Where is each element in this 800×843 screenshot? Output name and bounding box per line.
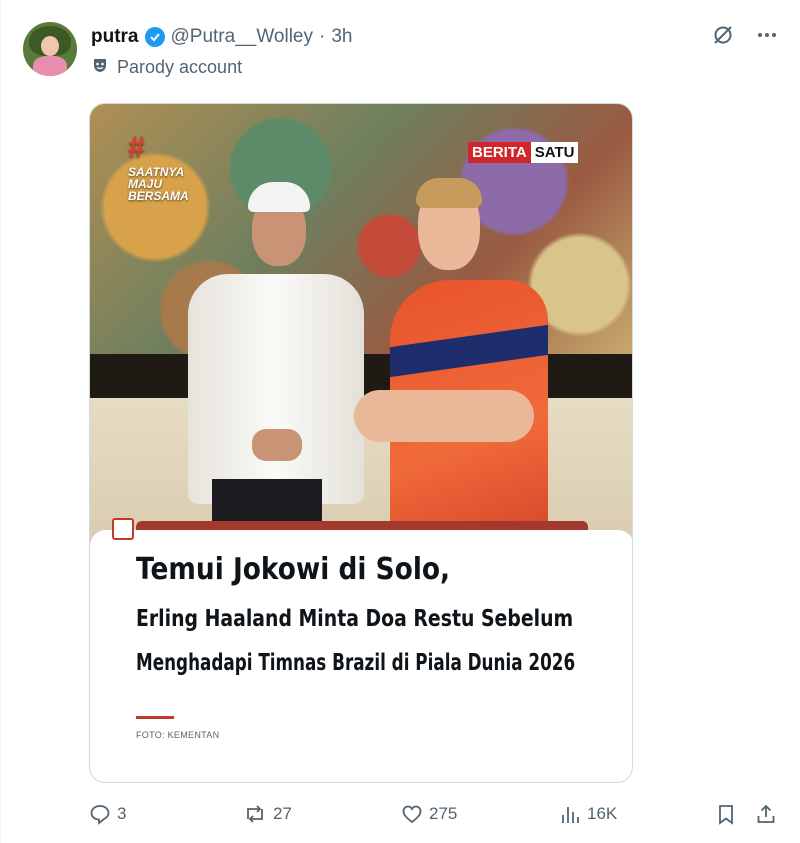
post-time[interactable]: 3h [331,26,352,48]
top-actions [712,24,778,46]
parody-text: Parody account [117,57,243,77]
campaign-logo: # SAATNYA MAJU BERSAMA [128,131,189,203]
repost-button[interactable]: 27 [243,803,292,825]
tweet[interactable]: putra @Putra__Wolley · 3h Parody account [0,0,800,843]
headline-line-2: Erling Haaland Minta Doa Restu Sebelum [136,606,574,632]
views-button[interactable]: 16K [559,803,617,825]
parody-label: Parody account [91,56,242,79]
tweet-header: putra @Putra__Wolley · 3h [91,24,352,50]
reply-icon [89,803,111,825]
verified-badge-icon [144,27,165,47]
bookmark-button[interactable] [715,803,737,825]
reply-button[interactable]: 3 [89,803,126,825]
photo-credit: FOTO: KEMENTAN [136,730,220,740]
avatar[interactable] [23,22,77,76]
reply-count: 3 [117,804,127,823]
headline-line-3: Menghadapi Timnas Brazil di Piala Dunia … [136,650,576,676]
views-count: 16K [587,804,618,823]
like-button[interactable]: 275 [401,803,457,825]
author-name[interactable]: putra [91,26,139,48]
grok-icon[interactable] [712,24,734,46]
author-handle[interactable]: @Putra__Wolley [171,26,314,48]
beritasatu-logo: BERITA SATU [468,142,579,163]
headline-line-1: Temui Jokowi di Solo, [136,552,451,587]
share-button[interactable] [755,803,777,825]
heart-icon [401,803,423,825]
views-icon [559,803,581,825]
separator-dot: · [319,26,326,47]
share-icon [755,803,777,825]
post-image[interactable]: # SAATNYA MAJU BERSAMA BERITA SATU Temui… [89,103,633,783]
repost-count: 27 [273,804,292,823]
parody-mask-icon [91,56,109,79]
small-logo-icon [112,518,134,540]
repost-icon [243,803,267,825]
more-icon[interactable] [756,24,778,46]
like-count: 275 [429,804,458,823]
bookmark-icon [715,803,737,825]
action-bar: 3 27 275 16K [89,803,779,831]
